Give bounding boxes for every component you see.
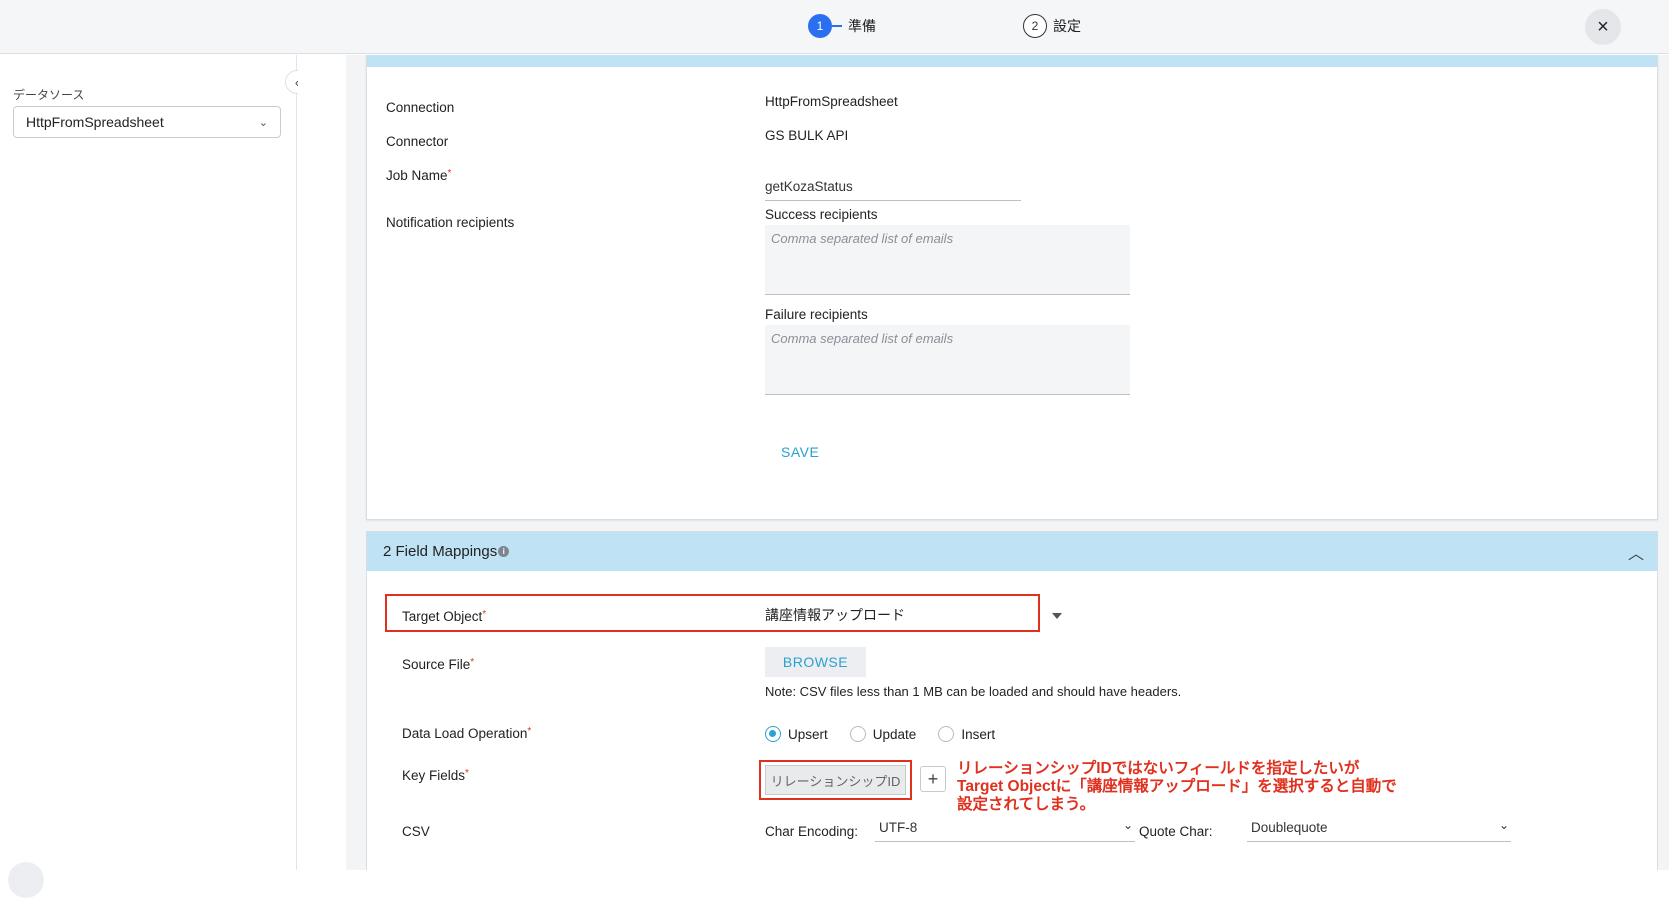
card-header-strip — [367, 55, 1657, 67]
browse-button[interactable]: BROWSE — [765, 647, 866, 677]
csv-note: Note: CSV files less than 1 MB can be lo… — [765, 684, 1182, 699]
content-gutter — [298, 55, 346, 870]
step-2[interactable]: 2 設定 — [1023, 14, 1081, 38]
radio-upsert[interactable]: Upsert — [765, 726, 828, 742]
annotation-line: 設定されてしまう。 — [957, 796, 1096, 813]
step-2-label: 設定 — [1053, 18, 1081, 34]
failure-recipients-label: Failure recipients — [765, 307, 868, 322]
close-button[interactable]: × — [1585, 9, 1621, 45]
source-file-label: Source File* — [402, 657, 475, 672]
field-mappings-header[interactable]: 2 Field Mappings i ︿ — [367, 532, 1657, 571]
step-1-label: 準備 — [848, 18, 876, 34]
key-fields-label: Key Fields* — [402, 768, 469, 783]
field-mappings-card: 2 Field Mappings i ︿ Target Object* 講座情報ア… — [366, 531, 1658, 870]
radio-button[interactable] — [849, 726, 866, 742]
job-settings-card: Connection HttpFromSpreadsheet Connector… — [366, 55, 1658, 520]
datasource-label: データソース — [13, 88, 85, 102]
plus-icon: + — [927, 768, 939, 789]
target-object-select[interactable]: 講座情報アップロード — [765, 605, 1053, 625]
data-load-operation-label: Data Load Operation* — [402, 726, 532, 741]
success-recipients-input[interactable]: Comma separated list of emails — [765, 225, 1130, 295]
radio-insert-label: Insert — [961, 726, 996, 742]
info-icon[interactable]: i — [498, 546, 510, 557]
connection-value: HttpFromSpreadsheet — [765, 94, 898, 109]
notification-recipients-label: Notification recipients — [386, 215, 515, 230]
radio-update-label: Update — [872, 726, 917, 742]
field-mappings-title: 2 Field Mappings i — [383, 543, 510, 560]
step-1[interactable]: 1 準備 — [808, 14, 876, 38]
sidebar: データソース HttpFromSpreadsheet ⌄ — [0, 55, 297, 870]
datasource-value: HttpFromSpreadsheet — [26, 114, 164, 130]
step-2-number: 2 — [1023, 14, 1047, 38]
data-load-operation-group: Upsert Update Insert — [765, 726, 1017, 742]
wizard-header: 1 準備 2 設定 × — [0, 0, 1669, 54]
annotation-line: リレーションシップIDではないフィールドを指定したいが — [957, 760, 1360, 777]
chevron-down-icon: ⌄ — [1122, 818, 1133, 832]
step-1-number: 1 — [808, 14, 832, 38]
failure-recipients-input[interactable]: Comma separated list of emails — [765, 325, 1130, 395]
chevron-down-icon: ⌄ — [1498, 818, 1509, 832]
step-connector — [832, 25, 842, 27]
connector-value: GS BULK API — [765, 128, 849, 143]
add-key-field-button[interactable]: + — [920, 766, 946, 792]
radio-button-checked[interactable] — [765, 726, 781, 742]
radio-insert[interactable]: Insert — [938, 726, 995, 742]
help-button[interactable] — [8, 862, 44, 898]
target-object-label: Target Object* — [402, 609, 487, 624]
dropdown-caret-icon — [1052, 613, 1062, 619]
char-encoding-select[interactable]: UTF-8 ⌄ — [875, 816, 1135, 842]
annotation-line: Target Objectに「講座情報アップロード」を選択すると自動で — [957, 778, 1397, 795]
job-name-input[interactable]: getKozaStatus — [765, 173, 1021, 201]
connector-label: Connector — [386, 134, 449, 149]
csv-label: CSV — [402, 824, 430, 839]
quote-char-label: Quote Char: — [1139, 824, 1213, 839]
quote-char-select[interactable]: Doublequote ⌄ — [1247, 816, 1511, 842]
datasource-select[interactable]: HttpFromSpreadsheet ⌄ — [13, 106, 281, 138]
chevron-up-icon[interactable]: ︿ — [1628, 540, 1644, 564]
chevron-down-icon: ⌄ — [258, 116, 268, 129]
save-button[interactable]: SAVE — [781, 444, 819, 460]
radio-button[interactable] — [938, 726, 955, 742]
radio-upsert-label: Upsert — [788, 726, 828, 742]
success-recipients-label: Success recipients — [765, 207, 878, 222]
char-encoding-value: UTF-8 — [879, 820, 918, 835]
connection-label: Connection — [386, 100, 455, 115]
char-encoding-label: Char Encoding: — [765, 824, 859, 839]
close-icon: × — [1597, 15, 1609, 38]
job-name-label: Job Name* — [386, 168, 452, 183]
quote-char-value: Doublequote — [1251, 820, 1328, 835]
annotation-text: リレーションシップIDではないフィールドを指定したいが Target Objec… — [957, 760, 1397, 814]
key-field-chip[interactable]: リレーションシップID — [765, 765, 906, 795]
radio-update[interactable]: Update — [849, 726, 917, 742]
